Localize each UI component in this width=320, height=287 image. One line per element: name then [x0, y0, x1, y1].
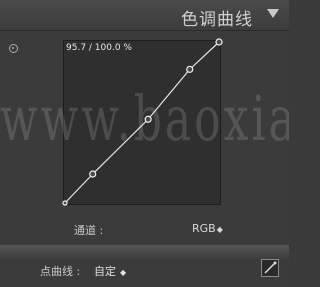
curve-edit-icon[interactable]	[261, 259, 279, 277]
channel-select[interactable]: RGB◆	[192, 222, 223, 235]
curve-control-point[interactable]	[215, 38, 223, 46]
channel-label: 通道 :	[74, 224, 104, 237]
watermark-text: www.baoxiaoshei.com	[0, 84, 289, 156]
curve-edit-glyph	[264, 261, 277, 274]
point-curve-value: 自定	[94, 265, 116, 278]
section-divider	[0, 245, 289, 259]
select-arrows-icon: ◆	[120, 268, 127, 277]
select-arrows-icon: ◆	[216, 225, 223, 234]
point-curve-label: 点曲线 :	[40, 265, 81, 278]
channel-value: RGB	[192, 222, 216, 235]
curve-control-point[interactable]	[186, 65, 194, 73]
point-curve-select[interactable]: 自定 ◆	[94, 263, 126, 279]
curve-control-point[interactable]	[62, 200, 68, 206]
tone-curve-panel: 色调曲线 95.7 / 100.0 % www.baoxiaoshei.com …	[0, 0, 289, 287]
